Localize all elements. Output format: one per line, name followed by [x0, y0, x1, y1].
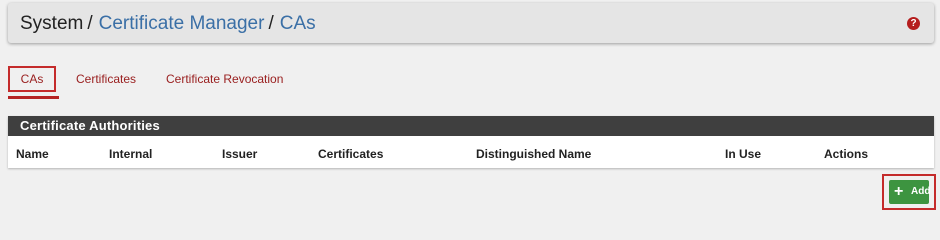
- tab-certificates[interactable]: Certificates: [76, 66, 136, 92]
- breadcrumb-panel: System / Certificate Manager / CAs ?: [8, 3, 934, 43]
- active-tab-indicator: [8, 96, 59, 99]
- add-button-label: Add: [911, 186, 931, 197]
- tab-bar: CAs Certificates Certificate Revocation: [8, 62, 408, 100]
- breadcrumb-separator: /: [87, 13, 93, 34]
- certificate-authorities-panel: Certificate Authorities Name Internal Is…: [8, 116, 934, 168]
- column-header-internal: Internal: [109, 147, 153, 161]
- column-header-in-use: In Use: [725, 147, 762, 161]
- breadcrumb-separator: /: [268, 13, 274, 34]
- add-button[interactable]: + Add: [889, 180, 931, 204]
- breadcrumb-root: System: [20, 13, 84, 34]
- column-header-distinguished-name: Distinguished Name: [476, 147, 592, 161]
- tab-certificate-revocation[interactable]: Certificate Revocation: [166, 66, 283, 92]
- column-header-name: Name: [16, 147, 49, 161]
- column-header-actions: Actions: [824, 147, 869, 161]
- breadcrumb-link-certificate-manager[interactable]: Certificate Manager: [99, 13, 265, 34]
- question-circle-icon[interactable]: ?: [907, 17, 920, 30]
- panel-title: Certificate Authorities: [8, 116, 934, 136]
- tab-cas[interactable]: CAs: [8, 66, 56, 92]
- column-header-certificates: Certificates: [318, 147, 384, 161]
- breadcrumb-link-cas[interactable]: CAs: [280, 13, 316, 34]
- plus-icon: +: [894, 183, 904, 200]
- breadcrumb: System / Certificate Manager / CAs: [20, 13, 316, 35]
- column-header-issuer: Issuer: [222, 147, 258, 161]
- add-button-highlight: + Add: [882, 174, 936, 210]
